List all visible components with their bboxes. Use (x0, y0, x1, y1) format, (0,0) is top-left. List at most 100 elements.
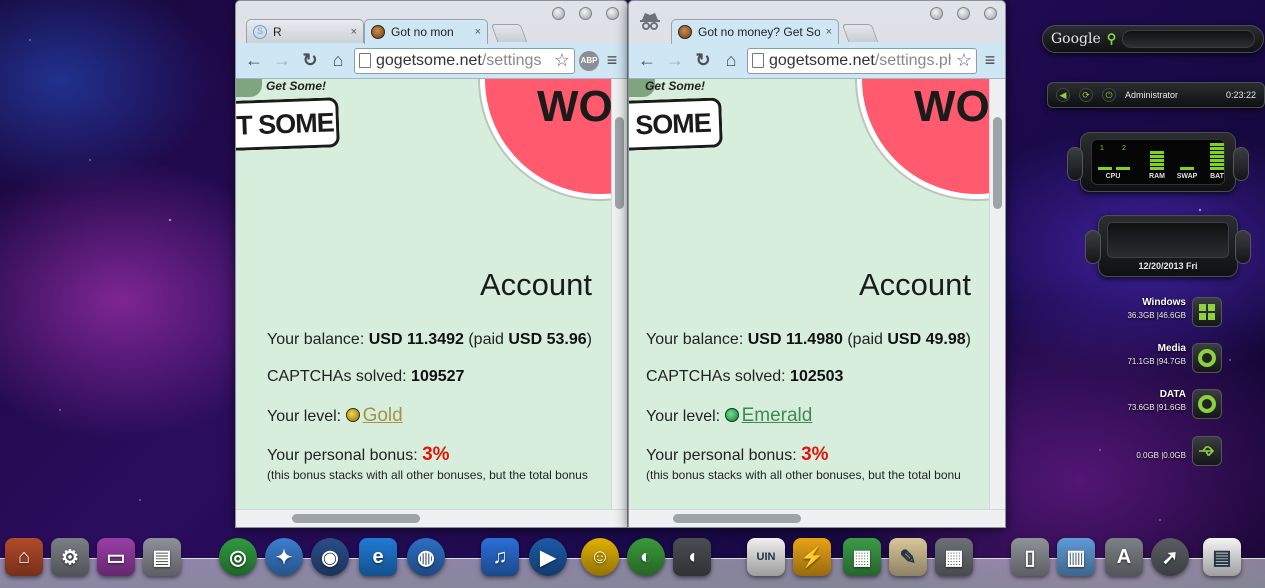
switch-user-icon[interactable]: ⟳ (1079, 88, 1093, 102)
url-text[interactable]: gogetsome.net/settings.ph (769, 52, 951, 70)
site-logo[interactable]: SOME (629, 97, 723, 151)
dock-item[interactable]: ⌂ (2, 534, 46, 580)
level-link[interactable]: Emerald (724, 405, 812, 426)
dock-item[interactable]: ▥ (1054, 534, 1098, 580)
system-preferences-icon[interactable]: ⚙ (51, 538, 89, 576)
minimize-button[interactable] (930, 7, 943, 20)
back-arrow-icon[interactable]: ← (242, 49, 266, 73)
horizontal-scrollbar[interactable] (236, 509, 627, 527)
dock-item[interactable]: ☺ (578, 534, 622, 580)
app-store-icon[interactable]: A (1105, 538, 1143, 576)
itunes-icon[interactable]: ♫ (481, 538, 519, 576)
launchpad-icon[interactable]: ➚ (1151, 538, 1189, 576)
power-icon[interactable]: ⏻ (1102, 88, 1116, 102)
close-icon[interactable]: × (475, 26, 481, 38)
orb-icon[interactable]: ◉ (311, 538, 349, 576)
drive-data[interactable]: DATA 73.6GB |91.6GB (1102, 389, 1222, 423)
dock-item[interactable]: ➚ (1148, 534, 1192, 580)
browser-window-left[interactable]: S R × Got no mon × ← → ↻ ⌂ gogetsome.net… (235, 0, 628, 528)
scrollbar-thumb[interactable] (615, 117, 624, 209)
close-icon[interactable]: × (826, 26, 832, 38)
menu-icon[interactable]: ≡ (603, 50, 621, 71)
back-arrow-icon[interactable]: ← (635, 49, 659, 73)
dock-item[interactable]: ▦ (932, 534, 976, 580)
url-text[interactable]: gogetsome.net/settings (376, 52, 549, 70)
scrollbar-thumb[interactable] (993, 117, 1002, 209)
tab-r[interactable]: S R × (246, 19, 364, 43)
trash-icon[interactable]: ▯ (1011, 538, 1049, 576)
dock-item[interactable]: ◍ (404, 534, 448, 580)
drive-ring-icon[interactable] (1192, 389, 1222, 419)
windows-logo-icon[interactable] (1192, 297, 1222, 327)
dock-item[interactable]: ◉ (308, 534, 352, 580)
title-bar[interactable]: Got no money? Get Some! × (629, 1, 1005, 44)
horizontal-scrollbar[interactable] (629, 509, 1005, 527)
speaker-icon[interactable]: ◖ (673, 538, 711, 576)
home-icon[interactable]: ⌂ (719, 49, 743, 73)
media-player-icon[interactable]: ▶ (529, 538, 567, 576)
dock-item[interactable]: ◐ (624, 534, 668, 580)
spreadsheet-icon[interactable]: ▦ (843, 538, 881, 576)
calculator-icon[interactable]: ▦ (935, 538, 973, 576)
document-icon[interactable]: ▤ (1203, 538, 1241, 576)
dock-item[interactable]: ✎ (886, 534, 930, 580)
dock-item[interactable]: ⚡ (790, 534, 834, 580)
site-logo[interactable]: T SOME (236, 97, 340, 151)
dock-item[interactable]: ◎ (216, 534, 260, 580)
scrollbar-thumb[interactable] (673, 514, 801, 523)
dock-item[interactable]: e (356, 534, 400, 580)
bookmark-star-icon[interactable]: ☆ (554, 50, 570, 71)
tab-got-no-money[interactable]: Got no mon × (364, 19, 488, 44)
maximize-button[interactable] (579, 7, 592, 20)
title-bar[interactable]: S R × Got no mon × (236, 1, 627, 44)
search-input[interactable] (1122, 30, 1255, 48)
home-icon[interactable]: ⌂ (326, 49, 350, 73)
address-bar[interactable]: gogetsome.net/settings.ph ☆ (747, 47, 977, 74)
drive-media[interactable]: Media 71.1GB |94.7GB (1102, 343, 1222, 377)
dock-item[interactable]: ◖ (670, 534, 714, 580)
yahoo-messenger-icon[interactable]: ☺ (581, 538, 619, 576)
download-globe-icon[interactable]: ◐ (627, 538, 665, 576)
dock-item[interactable]: ▤ (1200, 534, 1244, 580)
dock-item[interactable]: A (1102, 534, 1146, 580)
dock-item[interactable]: ♫ (478, 534, 522, 580)
winamp-icon[interactable]: ⚡ (793, 538, 831, 576)
browser-window-right[interactable]: Got no money? Get Some! × ← → ↻ ⌂ gogets… (628, 0, 1006, 528)
dock-item[interactable]: ▤ (140, 534, 184, 580)
address-bar[interactable]: gogetsome.net/settings ☆ (354, 47, 575, 74)
back-arrow-icon[interactable]: ◀ (1056, 88, 1070, 102)
drive-windows[interactable]: Windows 36.3GB |46.6GB (1102, 297, 1222, 331)
dock-item[interactable]: ✦ (262, 534, 306, 580)
reload-icon[interactable]: ↻ (691, 49, 715, 73)
dock-item[interactable]: ▶ (526, 534, 570, 580)
dock-item[interactable]: ▯ (1008, 534, 1052, 580)
vertical-scrollbar[interactable] (989, 79, 1005, 509)
dock-item[interactable]: ⚙ (48, 534, 92, 580)
maximize-button[interactable] (957, 7, 970, 20)
uin-icon[interactable]: UIN (747, 538, 785, 576)
menu-icon[interactable]: ≡ (981, 50, 999, 71)
minimize-button[interactable] (552, 7, 565, 20)
reload-icon[interactable]: ↻ (298, 49, 322, 73)
level-link[interactable]: Gold (345, 405, 403, 426)
drive-usb[interactable]: 0.0GB |0.0GB (1102, 436, 1222, 470)
home-icon[interactable]: ⌂ (5, 538, 43, 576)
applications-folder-icon[interactable]: ▥ (1057, 538, 1095, 576)
safari-icon[interactable]: ✦ (265, 538, 303, 576)
bookmark-star-icon[interactable]: ☆ (956, 50, 972, 71)
disk-utility-icon[interactable]: ▤ (143, 538, 181, 576)
new-tab-button[interactable] (490, 24, 528, 42)
new-tab-button[interactable] (841, 24, 879, 42)
adblock-plus-icon[interactable]: ABP (579, 50, 599, 71)
forward-arrow-icon[interactable]: → (663, 49, 687, 73)
desktop-icon[interactable]: ▭ (97, 538, 135, 576)
internet-explorer-icon[interactable]: e (359, 538, 397, 576)
dock-item[interactable]: ▭ (94, 534, 138, 580)
close-window-button[interactable] (984, 7, 997, 20)
close-window-button[interactable] (606, 7, 619, 20)
drive-ring-icon[interactable] (1192, 343, 1222, 373)
dock-item[interactable]: UIN (744, 534, 788, 580)
tab-got-no-money[interactable]: Got no money? Get Some! × (671, 19, 839, 44)
search-icon[interactable]: ⚲ (1107, 31, 1117, 47)
dock-item[interactable]: ▦ (840, 534, 884, 580)
